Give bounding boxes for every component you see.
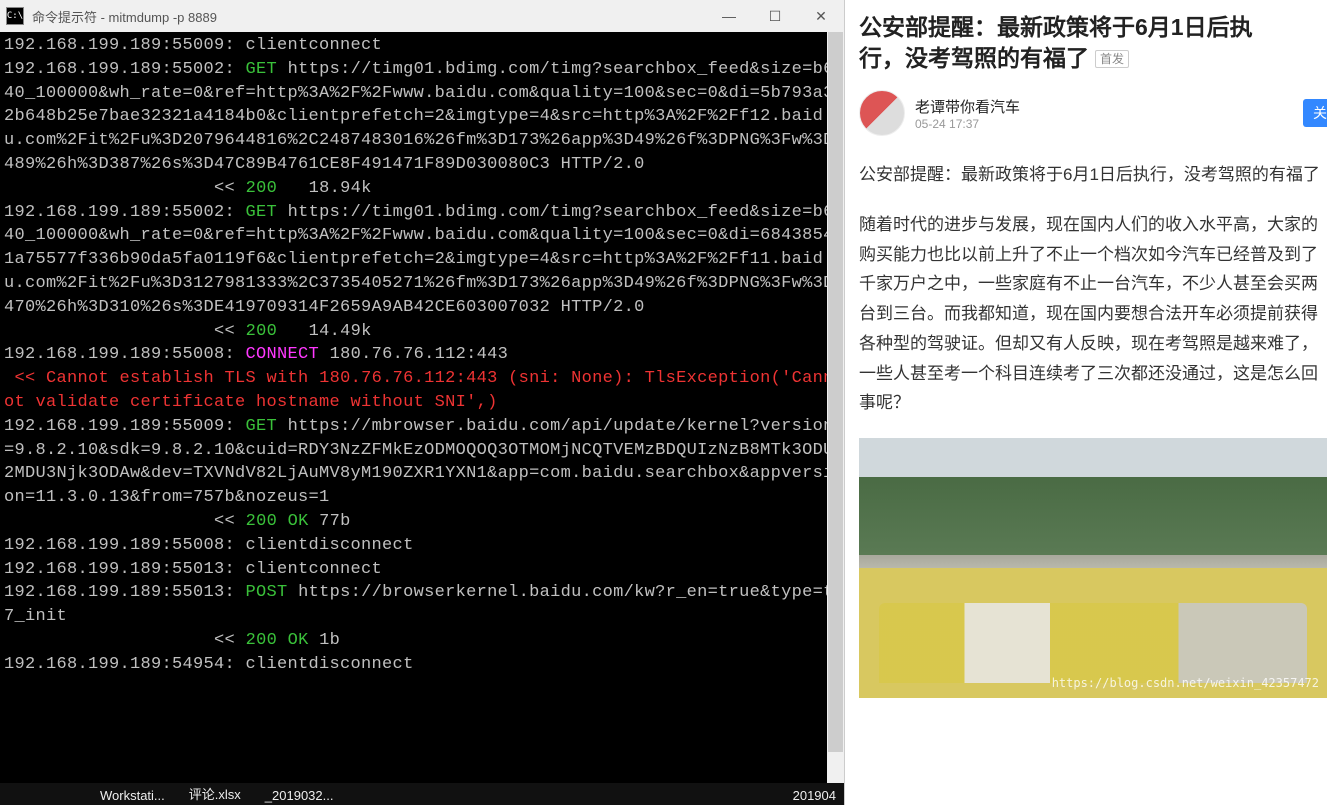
term-span: CONNECT [246,345,330,364]
term-span: 192.168.199.189:55013: clientconnect [4,560,382,579]
term-span: 180.76.76.112:443 [330,345,509,364]
taskbar-item[interactable]: Workstati... [100,788,165,803]
taskbar-clock: 201904 [793,788,836,803]
term-span: 192.168.199.189:55002: [4,60,246,79]
terminal-content: 192.168.199.189:55009: clientconnect 192… [4,34,840,677]
taskbar-item[interactable]: _2019032... [265,788,334,803]
window-controls: — ☐ ✕ [706,1,844,31]
term-span: << [4,322,246,341]
watermark-text: https://blog.csdn.net/weixin_42357472 [1052,676,1319,690]
article-body: 公安部提醒：最新政策将于6月1日后执行，没考驾照的有福了 随着时代的进步与发展，… [859,160,1327,438]
term-span: << [4,179,246,198]
term-span: 200 OK [246,512,320,531]
article-title: 公安部提醒：最新政策将于6月1日后执 行，没考驾照的有福了首发 [859,12,1327,74]
article-image: https://blog.csdn.net/weixin_42357472 [859,438,1327,698]
term-span: << Cannot establish TLS with 180.76.76.1… [4,369,834,412]
term-span: 192.168.199.189:55009: clientconnect [4,36,382,55]
term-span: << [4,631,246,650]
follow-button[interactable]: 关 [1303,99,1327,127]
titlebar[interactable]: C:\ 命令提示符 - mitmdump -p 8889 — ☐ ✕ [0,0,844,32]
term-span: GET [246,417,288,436]
cmd-icon: C:\ [6,7,24,25]
author-name[interactable]: 老谭带你看汽车 [915,96,1303,117]
term-span: 192.168.199.189:55008: clientdisconnect [4,536,414,555]
term-span: 192.168.199.189:55008: [4,345,246,364]
publish-time: 05-24 17:37 [915,117,1303,131]
term-span: 192.168.199.189:55002: [4,203,246,222]
term-span: 18.94k [277,179,372,198]
taskbar[interactable]: Workstati... 评论.xlsx _2019032... 201904 [0,783,844,805]
first-publish-badge: 首发 [1095,50,1129,68]
term-span: 200 [246,179,278,198]
term-span: << [4,512,246,531]
author-row: 老谭带你看汽车 05-24 17:37 关 [859,90,1327,136]
term-span: 77b [319,512,351,531]
term-span: 192.168.199.189:55013: [4,583,246,602]
window-title: 命令提示符 - mitmdump -p 8889 [32,7,706,26]
scrollbar-thumb[interactable] [828,32,843,752]
term-span: POST [246,583,299,602]
term-span: GET [246,203,288,222]
terminal-window: C:\ 命令提示符 - mitmdump -p 8889 — ☐ ✕ 192.1… [0,0,845,805]
term-span: 200 [246,322,278,341]
terminal-body[interactable]: 192.168.199.189:55009: clientconnect 192… [0,32,844,783]
term-span: 192.168.199.189:54954: clientdisconnect [4,655,414,674]
scrollbar[interactable] [827,32,844,783]
article-paragraph: 公安部提醒：最新政策将于6月1日后执行，没考驾照的有福了 [859,160,1327,190]
term-span: 14.49k [277,322,372,341]
term-span: 192.168.199.189:55009: [4,417,246,436]
article-paragraph: 随着时代的进步与发展，现在国内人们的收入水平高，大家的购买能力也比以前上升了不止… [859,210,1327,418]
close-button[interactable]: ✕ [798,1,844,31]
maximize-button[interactable]: ☐ [752,1,798,31]
article-panel[interactable]: 公安部提醒：最新政策将于6月1日后执 行，没考驾照的有福了首发 老谭带你看汽车 … [845,0,1327,805]
avatar[interactable] [859,90,905,136]
term-span: 200 OK [246,631,320,650]
taskbar-item[interactable]: 评论.xlsx [189,784,241,803]
minimize-button[interactable]: — [706,1,752,31]
term-span: 1b [319,631,340,650]
term-span: GET [246,60,288,79]
